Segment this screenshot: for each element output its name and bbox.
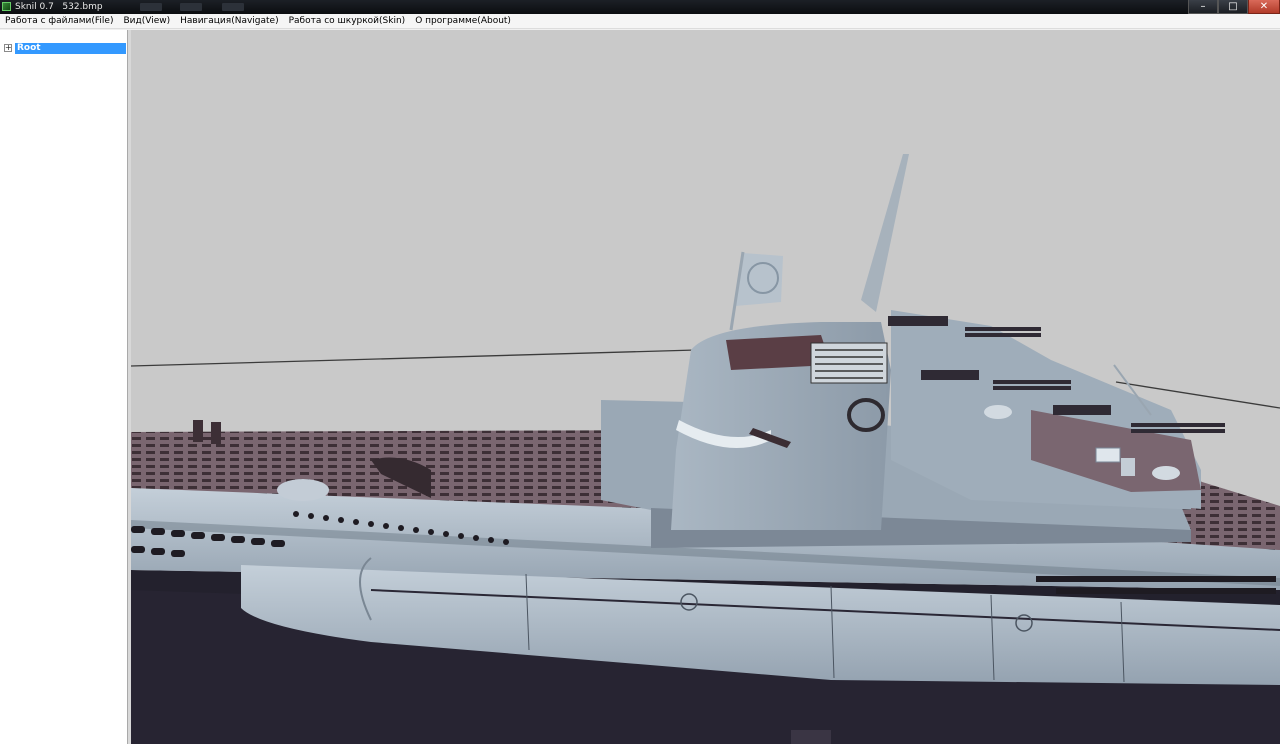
tree-panel: + Root [0, 30, 128, 744]
minimize-button[interactable]: – [1188, 0, 1218, 14]
taskbar-ghost-icon [180, 3, 202, 11]
title-bar: Sknil 0.7 532.bmp – □ ✕ [0, 0, 1280, 14]
tree-node-root[interactable]: + Root [4, 43, 126, 54]
app-icon [2, 2, 11, 11]
tree-node-label[interactable]: Root [15, 43, 126, 54]
3d-viewport[interactable] [131, 30, 1280, 744]
close-button[interactable]: ✕ [1248, 0, 1280, 14]
expand-plus-icon[interactable]: + [4, 44, 12, 52]
window-title: Sknil 0.7 532.bmp [15, 2, 103, 12]
window-controls: – □ ✕ [1188, 0, 1280, 14]
maximize-button[interactable]: □ [1218, 0, 1248, 14]
menu-about[interactable]: О программе(About) [410, 14, 516, 28]
taskbar-ghost-icon [222, 3, 244, 11]
taskbar-ghost-icon [140, 3, 162, 11]
menu-view[interactable]: Вид(View) [118, 14, 175, 28]
menu-bar: Работа с файлами(File) Вид(View) Навигац… [0, 14, 1280, 29]
menu-navigate[interactable]: Навигация(Navigate) [175, 14, 283, 28]
submarine-render [131, 154, 1280, 744]
menu-skin[interactable]: Работа со шкуркой(Skin) [284, 14, 411, 28]
menu-file[interactable]: Работа с файлами(File) [0, 14, 118, 28]
